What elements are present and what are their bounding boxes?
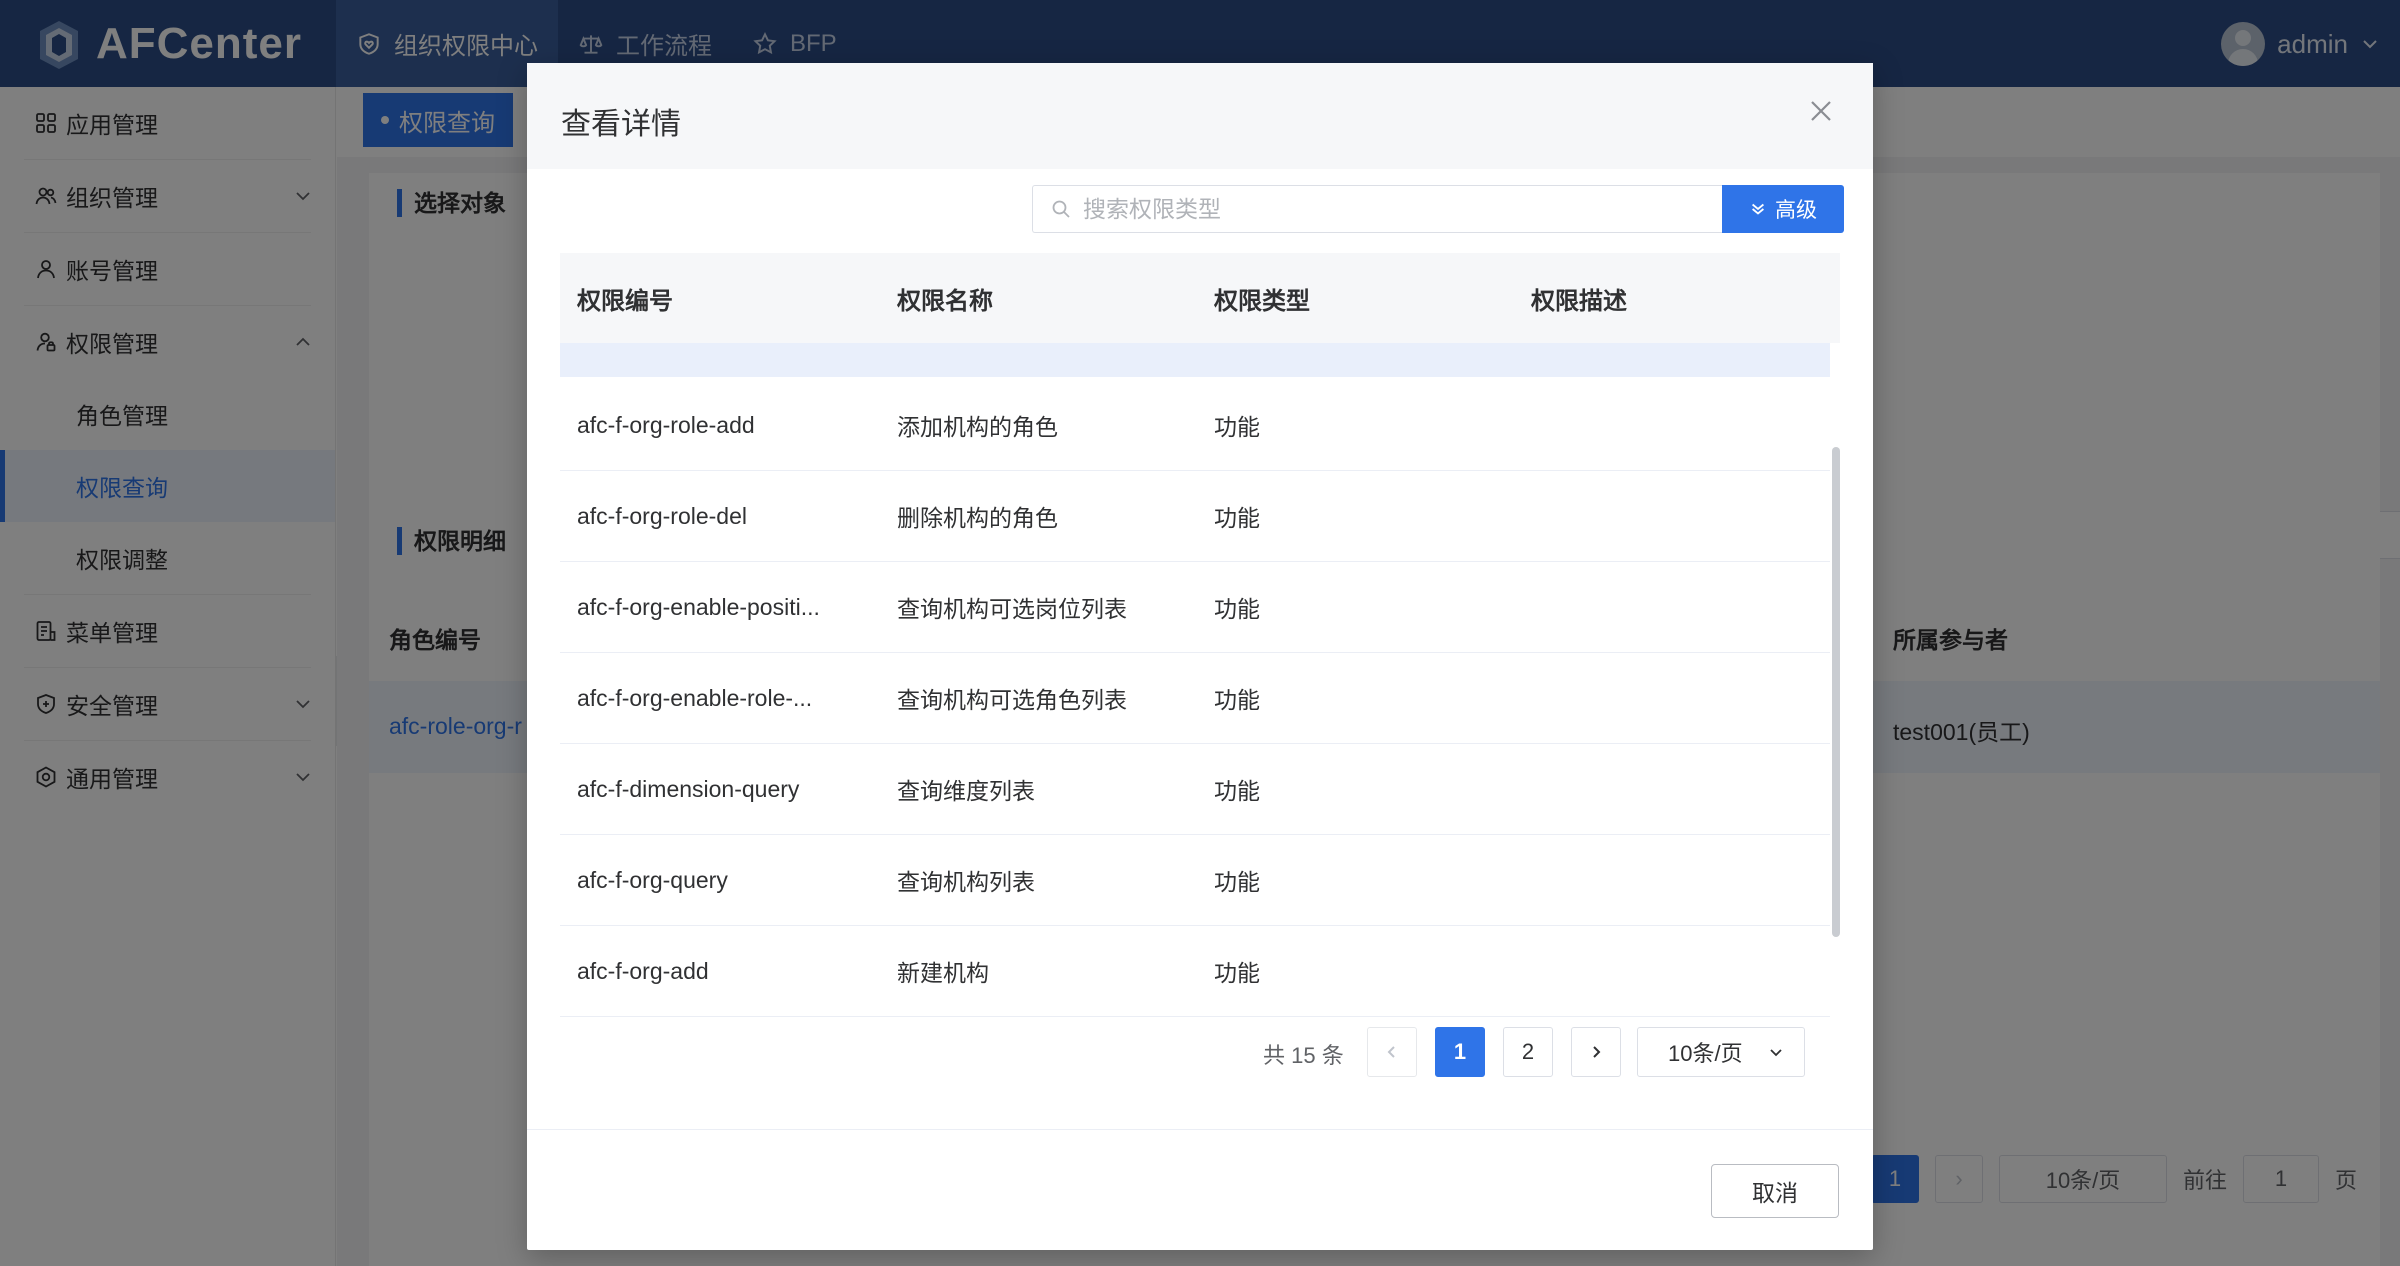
permission-code: afc-f-org-enable-role-...	[577, 684, 813, 711]
permission-code: afc-f-org-role-add	[577, 411, 755, 438]
chevron-down-icon	[1770, 1049, 1782, 1057]
page-button-1[interactable]: 1	[1435, 1027, 1485, 1077]
table-row[interactable]: afc-f-org-role-add 添加机构的角色 功能	[560, 380, 1830, 471]
permission-type: 功能	[1214, 687, 1260, 713]
permission-name: 查询机构可选角色列表	[897, 687, 1127, 713]
detail-dialog: 查看详情 高级 权限编号 权限名称 权限类型 权限描述	[527, 63, 1873, 1250]
table-row[interactable]: afc-f-org-query 查询机构列表 功能	[560, 835, 1830, 926]
search-icon	[1052, 200, 1070, 218]
dialog-footer-divider	[527, 1129, 1873, 1130]
page-size-value: 10条/页	[1668, 1041, 1743, 1066]
search-field[interactable]	[1032, 185, 1722, 233]
chevron-left-icon	[1387, 1046, 1395, 1058]
permission-type: 功能	[1214, 505, 1260, 531]
search-bar: 高级	[1032, 185, 1844, 233]
permission-name: 查询维度列表	[897, 778, 1035, 804]
permission-code: afc-f-org-query	[577, 866, 728, 893]
column-header-code: 权限编号	[577, 287, 673, 315]
permission-code: afc-f-org-enable-positi...	[577, 593, 820, 620]
page-button-2[interactable]: 2	[1503, 1027, 1553, 1077]
table-header-band	[560, 343, 1830, 377]
table-scrollbar[interactable]	[1832, 447, 1840, 937]
permission-name: 新建机构	[897, 960, 989, 986]
permission-name: 删除机构的角色	[897, 505, 1058, 531]
chevron-double-down-icon	[1752, 203, 1764, 215]
permission-code: afc-f-dimension-query	[577, 775, 800, 802]
close-icon[interactable]	[1805, 95, 1837, 127]
dialog-pagination: 共 15 条 1 2 10条/页	[527, 1027, 1873, 1077]
table-row[interactable]: afc-f-org-enable-role-... 查询机构可选角色列表 功能	[560, 653, 1830, 744]
permission-type: 功能	[1214, 869, 1260, 895]
permission-code: afc-f-org-add	[577, 957, 709, 984]
table-row[interactable]: afc-f-org-enable-positi... 查询机构可选岗位列表 功能	[560, 562, 1830, 653]
column-header-desc: 权限描述	[1531, 287, 1627, 315]
table-header: 权限编号 权限名称 权限类型 权限描述	[560, 253, 1840, 343]
permission-name: 添加机构的角色	[897, 414, 1058, 440]
table-row[interactable]: afc-f-dimension-query 查询维度列表 功能	[560, 744, 1830, 835]
next-page-button[interactable]	[1571, 1027, 1621, 1077]
chevron-right-icon	[1593, 1046, 1601, 1058]
total-count: 共 15 条	[1263, 1043, 1344, 1068]
prev-page-button[interactable]	[1367, 1027, 1417, 1077]
table-row[interactable]: afc-f-org-add 新建机构 功能	[560, 926, 1830, 1017]
permission-type: 功能	[1214, 414, 1260, 440]
app-window: AFCenter 组织权限中心 工作流程 BFP	[0, 0, 2400, 1266]
permission-name: 查询机构可选岗位列表	[897, 596, 1127, 622]
permission-code: afc-f-org-role-del	[577, 502, 747, 529]
search-input[interactable]	[1083, 195, 1703, 223]
column-header-type: 权限类型	[1214, 287, 1310, 315]
column-header-name: 权限名称	[897, 287, 993, 315]
permission-type: 功能	[1214, 778, 1260, 804]
dialog-title: 查看详情	[561, 108, 681, 141]
page-size-select[interactable]: 10条/页	[1637, 1027, 1805, 1077]
permission-table: 权限编号 权限名称 权限类型 权限描述 afc-f-org-role-add 添…	[560, 253, 1840, 1071]
permission-type: 功能	[1214, 596, 1260, 622]
permission-type: 功能	[1214, 960, 1260, 986]
cancel-button[interactable]: 取消	[1711, 1164, 1839, 1218]
table-row[interactable]: afc-f-org-role-del 删除机构的角色 功能	[560, 471, 1830, 562]
permission-name: 查询机构列表	[897, 869, 1035, 895]
advanced-search-button[interactable]: 高级	[1722, 185, 1844, 233]
dialog-header: 查看详情	[527, 63, 1873, 169]
